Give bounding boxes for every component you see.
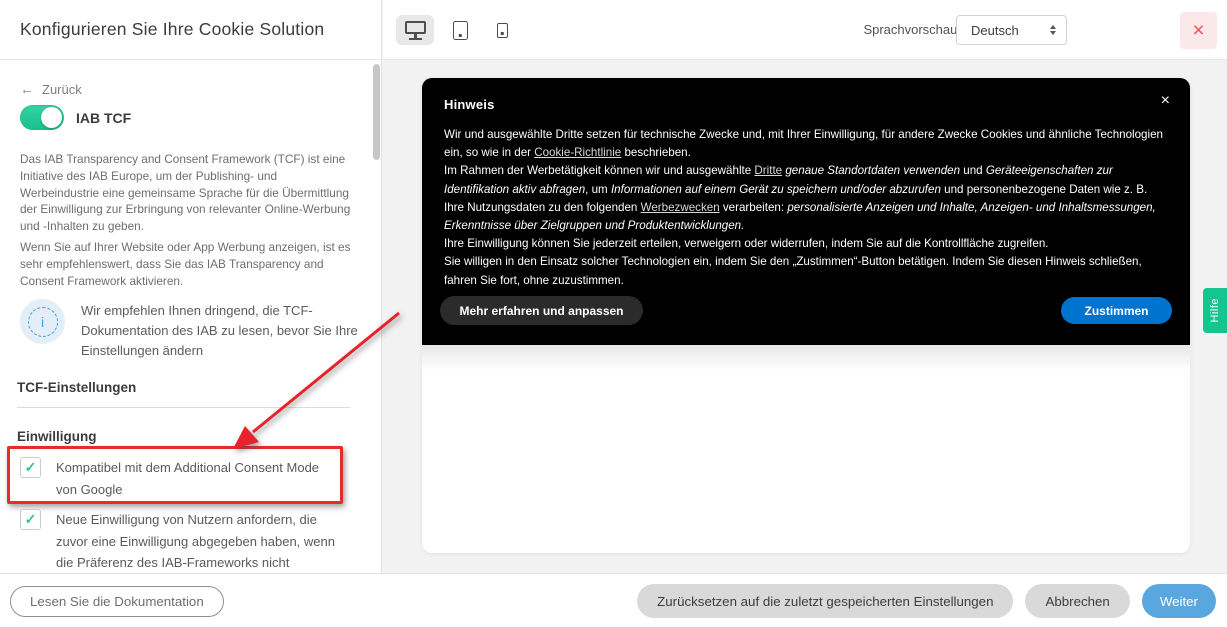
help-tab[interactable]: Hilfe [1203, 288, 1227, 333]
mobile-icon [497, 23, 508, 38]
preview-toolbar: Sprachvorschau: Deutsch × [383, 0, 1227, 60]
toggle-knob [41, 107, 62, 128]
consent-heading: Einwilligung [17, 429, 97, 444]
checkbox-reconsent[interactable]: ✓ [20, 509, 41, 530]
sidebar-header: Konfigurieren Sie Ihre Cookie Solution [0, 0, 381, 60]
desktop-icon [405, 21, 426, 40]
reset-settings-button[interactable]: Zurücksetzen auf die zuletzt gespeichert… [637, 584, 1013, 618]
cookie-banner-preview: Hinweis × Wir und ausgewählte Dritte set… [422, 78, 1190, 345]
sidebar-scrollbar-thumb[interactable] [373, 64, 380, 160]
cancel-button[interactable]: Abbrechen [1025, 584, 1129, 618]
next-button[interactable]: Weiter [1142, 584, 1216, 618]
iab-tcf-toggle-label: IAB TCF [76, 110, 131, 126]
checkbox-google-acm[interactable]: ✓ [20, 457, 41, 478]
info-callout-text: Wir empfehlen Ihnen dringend, die TCF-Do… [81, 299, 360, 361]
language-select[interactable]: Deutsch [956, 15, 1067, 45]
back-link[interactable]: ← Zurück [20, 81, 82, 97]
config-sidebar: Konfigurieren Sie Ihre Cookie Solution ←… [0, 0, 382, 573]
help-tab-label: Hilfe [1209, 298, 1221, 323]
read-docs-button[interactable]: Lesen Sie die Dokumentation [10, 586, 224, 617]
section-divider [17, 407, 350, 408]
tcf-description-paragraph: Das IAB Transparency and Consent Framewo… [20, 151, 356, 235]
tcf-settings-heading: TCF-Einstellungen [17, 380, 136, 395]
back-label: Zurück [42, 82, 82, 97]
iab-tcf-toggle[interactable] [20, 105, 64, 130]
footer-bar: Lesen Sie die Dokumentation Zurücksetzen… [0, 573, 1227, 627]
footer-actions: Zurücksetzen auf die zuletzt gespeichert… [637, 584, 1216, 618]
banner-title: Hinweis [444, 97, 495, 112]
banner-accept-button[interactable]: Zustimmen [1061, 297, 1172, 324]
device-mobile-button[interactable] [489, 15, 515, 45]
language-preview-label: Sprachvorschau: [863, 22, 961, 37]
banner-customize-button[interactable]: Mehr erfahren und anpassen [440, 296, 643, 325]
page-title: Konfigurieren Sie Ihre Cookie Solution [20, 19, 324, 40]
banner-body-text: Wir und ausgewählte Dritte setzen für te… [444, 126, 1170, 290]
language-select-value: Deutsch [971, 23, 1050, 38]
checkbox-label: Kompatibel mit dem Additional Consent Mo… [56, 457, 330, 500]
info-icon: i [20, 299, 65, 344]
device-tablet-button[interactable] [445, 15, 475, 45]
site-preview-panel: Hinweis × Wir und ausgewählte Dritte set… [422, 78, 1190, 553]
close-icon: × [1192, 19, 1204, 43]
select-updown-icon [1050, 25, 1056, 35]
device-desktop-button[interactable] [396, 15, 434, 45]
check-icon: ✓ [25, 459, 37, 476]
close-configurator-button[interactable]: × [1180, 12, 1217, 49]
banner-close-icon[interactable]: × [1161, 92, 1170, 110]
tcf-recommendation-paragraph: Wenn Sie auf Ihrer Website oder App Werb… [20, 239, 356, 289]
checkbox-row-google-acm: ✓ Kompatibel mit dem Additional Consent … [20, 457, 330, 500]
iab-tcf-toggle-row: IAB TCF [20, 105, 131, 130]
check-icon: ✓ [25, 511, 37, 528]
tablet-icon [453, 21, 468, 40]
back-arrow-icon: ← [20, 81, 34, 97]
info-callout: i Wir empfehlen Ihnen dringend, die TCF-… [20, 299, 360, 361]
banner-drop-shadow [422, 345, 1190, 371]
